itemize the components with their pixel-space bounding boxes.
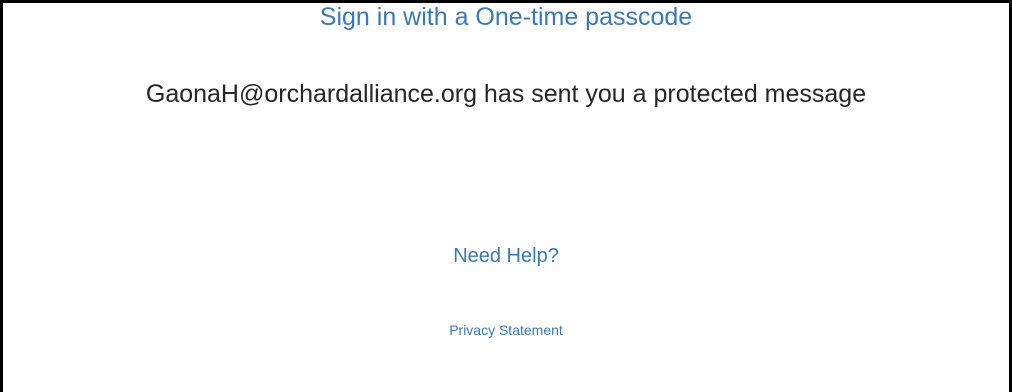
privacy-statement-link[interactable]: Privacy Statement	[449, 322, 563, 338]
protected-message-heading: GaonaH@orchardalliance.org has sent you …	[145, 80, 867, 108]
need-help-link[interactable]: Need Help?	[453, 245, 559, 267]
sign-in-one-time-passcode-link[interactable]: Sign in with a One-time passcode	[320, 3, 692, 31]
protected-message-panel: GaonaH@orchardalliance.org has sent you …	[0, 0, 1012, 392]
